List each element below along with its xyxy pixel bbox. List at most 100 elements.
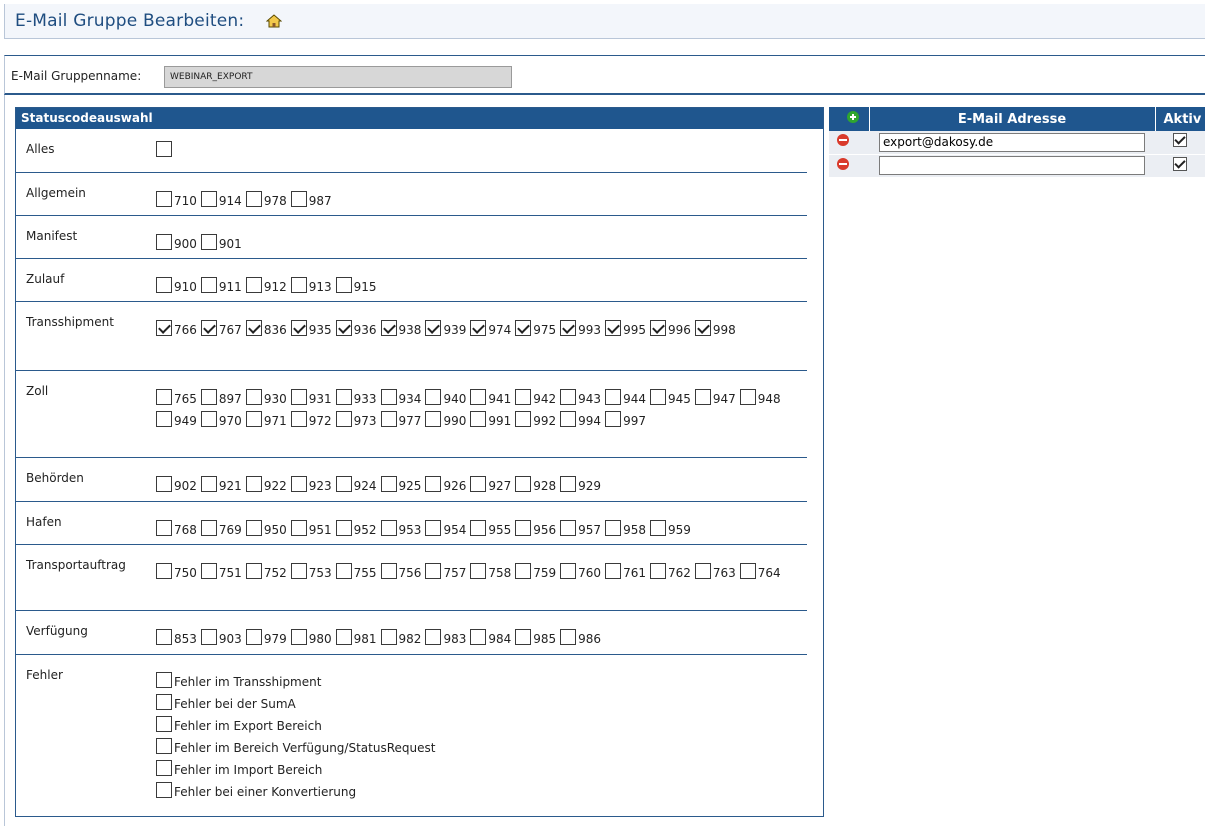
checkbox[interactable] [156, 141, 172, 157]
status-code-option[interactable]: 990 [425, 410, 466, 427]
checkbox[interactable] [156, 234, 172, 250]
status-code-option[interactable]: 953 [380, 519, 421, 536]
status-code-option[interactable]: 922 [245, 475, 287, 492]
checkbox[interactable] [200, 234, 217, 250]
email-address-input[interactable] [879, 132, 1145, 152]
checkbox[interactable] [560, 629, 577, 645]
checkbox[interactable] [425, 520, 442, 536]
checkbox[interactable] [200, 629, 217, 645]
status-code-option[interactable]: 973 [335, 410, 377, 427]
status-code-option[interactable]: 972 [290, 410, 332, 427]
checkbox[interactable] [560, 411, 577, 427]
checkbox[interactable] [156, 476, 172, 492]
add-icon[interactable] [846, 111, 859, 123]
checkbox[interactable] [515, 520, 532, 536]
checkbox[interactable] [156, 716, 172, 732]
status-code-option[interactable]: 915 [335, 276, 377, 293]
checkbox-checked[interactable] [515, 320, 532, 336]
status-code-option[interactable]: Fehler bei der SumA [156, 694, 435, 710]
remove-icon[interactable] [837, 134, 849, 147]
checkbox[interactable] [470, 629, 487, 645]
status-code-option[interactable]: 763 [694, 562, 736, 579]
status-code-option[interactable]: 942 [515, 388, 556, 405]
checkbox[interactable] [605, 520, 622, 536]
status-code-option[interactable]: 900 [156, 233, 197, 250]
status-code-option[interactable]: 949 [156, 410, 197, 427]
checkbox[interactable] [245, 389, 262, 405]
checkbox[interactable] [380, 389, 397, 405]
status-code-option[interactable]: 956 [515, 519, 556, 536]
checkbox-checked[interactable] [290, 320, 307, 336]
status-code-option[interactable]: 959 [649, 519, 691, 536]
checkbox[interactable] [200, 389, 217, 405]
checkbox[interactable] [425, 389, 442, 405]
checkbox-checked[interactable] [380, 320, 397, 336]
status-code-option[interactable]: 982 [380, 628, 421, 645]
checkbox-checked[interactable] [335, 320, 352, 336]
checkbox[interactable] [470, 563, 487, 579]
checkbox[interactable] [560, 520, 577, 536]
status-code-option[interactable]: 934 [380, 388, 421, 405]
checkbox[interactable] [156, 782, 172, 798]
status-code-option[interactable]: 710 [156, 190, 197, 207]
status-code-option[interactable]: 985 [515, 628, 556, 645]
checkbox[interactable] [335, 389, 352, 405]
status-code-option[interactable]: 755 [335, 562, 377, 579]
checkbox[interactable] [470, 411, 487, 427]
status-code-option[interactable]: 930 [245, 388, 287, 405]
checkbox[interactable] [245, 476, 262, 492]
status-code-option[interactable]: 759 [515, 562, 556, 579]
checkbox[interactable] [245, 563, 262, 579]
checkbox[interactable] [245, 411, 262, 427]
status-code-option[interactable]: Fehler im Bereich Verfügung/StatusReques… [156, 738, 435, 754]
checkbox[interactable] [156, 563, 172, 579]
checkbox[interactable] [425, 476, 442, 492]
checkbox[interactable] [156, 760, 172, 776]
checkbox[interactable] [290, 191, 307, 207]
status-code-option[interactable]: 992 [515, 410, 556, 427]
status-code-option[interactable]: 980 [290, 628, 332, 645]
checkbox[interactable] [380, 563, 397, 579]
checkbox[interactable] [335, 520, 352, 536]
status-code-option[interactable]: 928 [515, 475, 556, 492]
status-code-option[interactable]: 938 [380, 319, 421, 336]
status-code-option[interactable]: 947 [694, 388, 736, 405]
status-code-option[interactable]: 957 [560, 519, 601, 536]
checkbox[interactable] [380, 520, 397, 536]
checkbox[interactable] [156, 520, 172, 536]
checkbox[interactable] [290, 411, 307, 427]
checkbox[interactable] [335, 629, 352, 645]
status-code-option[interactable]: 936 [335, 319, 377, 336]
status-code-option[interactable]: 911 [200, 276, 242, 293]
checkbox[interactable] [380, 411, 397, 427]
checkbox[interactable] [290, 520, 307, 536]
checkbox[interactable] [245, 520, 262, 536]
checkbox[interactable] [649, 520, 666, 536]
status-code-option[interactable]: 983 [425, 628, 466, 645]
status-code-option[interactable]: 979 [245, 628, 287, 645]
checkbox-checked[interactable] [425, 320, 442, 336]
checkbox[interactable] [290, 277, 307, 293]
status-code-option[interactable]: 958 [605, 519, 646, 536]
checkbox[interactable] [470, 520, 487, 536]
status-code-option[interactable]: 765 [156, 388, 197, 405]
status-code-option[interactable]: Fehler bei einer Konvertierung [156, 782, 435, 798]
checkbox[interactable] [470, 389, 487, 405]
status-code-option[interactable]: 933 [335, 388, 377, 405]
checkbox[interactable] [425, 629, 442, 645]
checkbox[interactable] [515, 563, 532, 579]
status-code-option[interactable]: 991 [470, 410, 511, 427]
email-address-input[interactable] [879, 156, 1145, 175]
status-code-option[interactable]: 987 [290, 190, 332, 207]
checkbox[interactable] [200, 520, 217, 536]
remove-icon[interactable] [837, 157, 849, 170]
status-code-option[interactable]: 768 [156, 519, 197, 536]
checkbox-checked[interactable] [605, 320, 622, 336]
checkbox-checked[interactable] [245, 320, 262, 336]
checkbox[interactable] [515, 476, 532, 492]
status-code-option[interactable]: 940 [425, 388, 466, 405]
status-code-option[interactable]: 914 [200, 190, 242, 207]
checkbox[interactable] [425, 563, 442, 579]
checkbox[interactable] [290, 563, 307, 579]
checkbox[interactable] [739, 389, 756, 405]
